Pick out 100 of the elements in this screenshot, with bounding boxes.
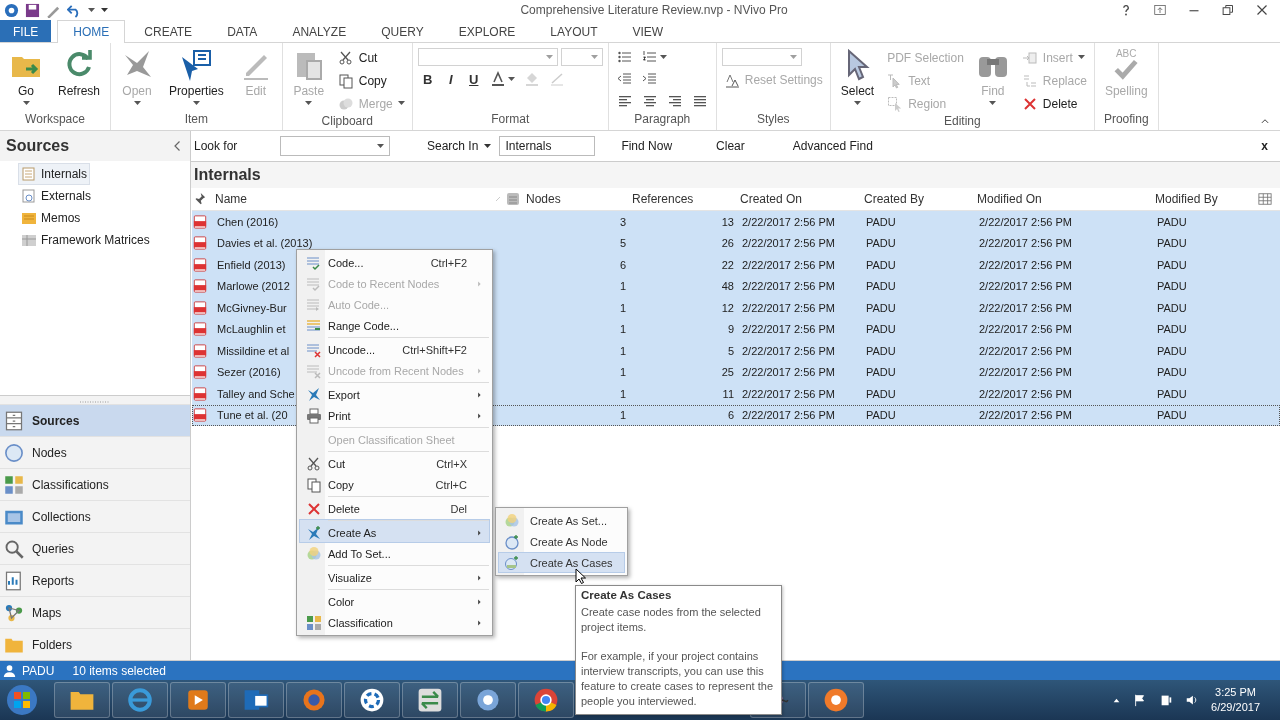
- menu-item[interactable]: Add To Set...: [299, 543, 490, 564]
- menu-item[interactable]: Print: [299, 405, 490, 426]
- save-icon[interactable]: [25, 2, 40, 18]
- format-button[interactable]: B: [417, 69, 438, 89]
- ribbon-button[interactable]: Refresh: [53, 47, 106, 108]
- table-cell: McLaughlin et: [217, 323, 286, 336]
- ribbon-button[interactable]: Select: [835, 47, 880, 108]
- external-document-icon: [21, 188, 37, 204]
- table-cell: PADU: [1157, 280, 1187, 293]
- group-label: Proofing: [1102, 112, 1150, 128]
- pdf-icon: [193, 386, 207, 401]
- menu-item[interactable]: Create As: [299, 519, 490, 543]
- column-chooser-icon[interactable]: [1258, 192, 1272, 206]
- ribbon-button[interactable]: Delete: [1019, 93, 1080, 114]
- search-in-button[interactable]: Search In: [427, 139, 492, 153]
- status-text: 10 items selected: [72, 663, 166, 678]
- ribbon-button[interactable]: Copy: [335, 70, 389, 91]
- start-icon[interactable]: [6, 684, 38, 716]
- panel-title: Sources: [6, 137, 70, 155]
- format-button[interactable]: U: [463, 69, 484, 89]
- arrows-icon[interactable]: [417, 687, 443, 713]
- ribbon-display-icon[interactable]: [1154, 4, 1166, 16]
- table-cell: Davies et al. (2013): [217, 237, 313, 250]
- navigation-button[interactable]: Classifications: [0, 468, 190, 500]
- ribbon-tab[interactable]: QUERY: [365, 20, 440, 42]
- shortcut-text: Ctrl+X: [436, 457, 468, 470]
- column-header[interactable]: Nodes: [526, 192, 561, 206]
- table-cell: PADU: [1157, 258, 1187, 271]
- column-header[interactable]: References: [632, 192, 694, 206]
- clock-time: 3:25 PM: [1215, 685, 1256, 700]
- table-cell: PADU: [1157, 237, 1187, 250]
- mail-icon[interactable]: [243, 687, 269, 713]
- menu-item[interactable]: Create As Set...: [498, 510, 625, 531]
- ribbon-tab[interactable]: FILE: [0, 20, 52, 42]
- navigation-button[interactable]: Queries: [0, 532, 190, 564]
- table-cell: Missildine et al: [217, 344, 290, 357]
- column-header[interactable]: Created By: [864, 192, 925, 206]
- column-header[interactable]: Created On: [740, 192, 803, 206]
- close-icon[interactable]: [1256, 4, 1268, 16]
- table-cell: 2/22/2017 2:56 PM: [979, 301, 1072, 314]
- ribbon-tab[interactable]: EXPLORE: [442, 20, 532, 42]
- ribbon-tab[interactable]: VIEW: [616, 20, 680, 42]
- tree-item[interactable]: Framework Matrices: [18, 229, 153, 251]
- tree-item[interactable]: Externals: [18, 185, 95, 207]
- ribbon-tab[interactable]: CREATE: [128, 20, 209, 42]
- menu-item[interactable]: Create As Cases: [498, 552, 625, 573]
- collapse-icon[interactable]: [1260, 116, 1270, 126]
- search-in-field[interactable]: Internals: [499, 136, 596, 156]
- font-color-icon: [489, 71, 506, 87]
- ribbon-tab[interactable]: ANALYZE: [276, 20, 363, 42]
- ribbon-tab[interactable]: DATA: [211, 20, 274, 42]
- shortcut-text: Ctrl+F2: [430, 256, 468, 269]
- restore-icon[interactable]: [1222, 4, 1234, 16]
- toolbar-button[interactable]: Clear: [716, 139, 745, 153]
- flag-icon[interactable]: [1133, 693, 1148, 707]
- menu-item[interactable]: Classification: [299, 612, 490, 633]
- menu-item[interactable]: Copy Ctrl+C: [299, 474, 490, 495]
- ribbon-button[interactable]: Go: [5, 47, 47, 108]
- ribbon-button[interactable]: Cut: [335, 47, 380, 68]
- media-player-icon[interactable]: [185, 687, 211, 713]
- navigation-button[interactable]: Folders: [0, 628, 190, 660]
- circle-app-icon[interactable]: [475, 687, 501, 713]
- toolbar-button[interactable]: Find Now: [621, 139, 673, 153]
- globe-icon[interactable]: [127, 687, 153, 713]
- table-cell: 2/22/2017 2:56 PM: [979, 237, 1072, 250]
- ribbon-button[interactable]: Properties: [164, 47, 229, 108]
- navigation-button[interactable]: Maps: [0, 596, 190, 628]
- flower-app-icon[interactable]: [823, 687, 849, 713]
- sync-icon[interactable]: [359, 687, 385, 713]
- chrome-icon[interactable]: [533, 687, 559, 713]
- tree-item[interactable]: Memos: [18, 207, 84, 229]
- table-cell: 1: [619, 323, 626, 336]
- toolbar-button[interactable]: Advanced Find: [792, 139, 873, 153]
- table-cell: PADU: [866, 258, 896, 271]
- ribbon-tab[interactable]: HOME: [57, 20, 126, 43]
- table-cell: PADU: [866, 344, 896, 357]
- menu-item[interactable]: Create As Node: [498, 531, 625, 552]
- format-button[interactable]: I: [440, 69, 461, 89]
- menu-item[interactable]: Code... Ctrl+F2: [299, 252, 490, 273]
- browser-icon[interactable]: [301, 687, 327, 713]
- navigation-button[interactable]: Nodes: [0, 436, 190, 468]
- column-header[interactable]: Modified On: [977, 192, 1042, 206]
- close-button[interactable]: x: [1261, 139, 1268, 153]
- list-title: Internals: [191, 162, 1280, 188]
- copy-icon: [306, 476, 322, 493]
- tree-item[interactable]: Internals: [18, 163, 91, 185]
- navigation-button[interactable]: Sources: [0, 404, 190, 436]
- table-cell: 2/22/2017 2:56 PM: [979, 409, 1072, 422]
- help-icon[interactable]: [1120, 4, 1132, 16]
- table-cell: PADU: [1157, 387, 1187, 400]
- navigation-button[interactable]: Reports: [0, 564, 190, 596]
- copy-icon: [337, 72, 354, 89]
- power-icon[interactable]: [1159, 693, 1174, 707]
- column-header[interactable]: Modified By: [1155, 192, 1218, 206]
- navigation-button[interactable]: Collections: [0, 500, 190, 532]
- code-icon: [306, 275, 322, 292]
- table-row[interactable]: Chen (2016) 3 13 2/22/2017 2:56 PM PADU 2/22/2017 2:56 PM PADU: [192, 211, 1280, 233]
- look-for-field[interactable]: [280, 136, 390, 156]
- ribbon-tab[interactable]: LAYOUT: [534, 20, 614, 42]
- column-header[interactable]: Name: [215, 192, 247, 206]
